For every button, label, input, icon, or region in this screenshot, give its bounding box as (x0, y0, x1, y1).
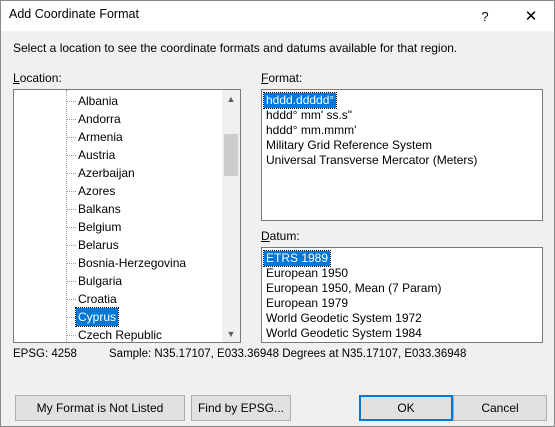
location-item[interactable]: Azores (76, 182, 117, 200)
add-coordinate-format-dialog: Add Coordinate Format ? ✕ Select a locat… (0, 0, 555, 427)
help-button[interactable]: ? (463, 1, 507, 31)
location-item[interactable]: Cyprus (74, 307, 120, 327)
tree-branch-line (66, 209, 76, 210)
tree-branch-line (66, 245, 76, 246)
location-item[interactable]: Bulgaria (76, 272, 124, 290)
location-item[interactable]: Croatia (76, 290, 119, 308)
location-item[interactable]: Bosnia-Herzegovina (76, 254, 188, 272)
sample-coordinate: Sample: N35.17107, E033.36948 Degrees at… (109, 348, 467, 360)
format-list[interactable]: hddd.ddddd° hddd° mm' ss.s" hddd° mm.mmm' M… (261, 89, 543, 221)
datum-item[interactable]: ETRS 1989 (262, 250, 332, 267)
location-tree[interactable]: Albania Andorra Armenia Austria Azerbaijan Az… (13, 89, 241, 343)
tree-branch-line (66, 191, 76, 192)
tree-branch-line (66, 299, 76, 300)
title-bar: Add Coordinate Format ? ✕ (1, 1, 554, 31)
tree-branch-line (66, 335, 76, 336)
format-item[interactable]: Military Grid Reference System (264, 138, 434, 153)
format-item[interactable]: hddd° mm' ss.s" (264, 108, 354, 123)
datum-item[interactable]: World Geodetic System 1972 (264, 311, 424, 326)
tree-branch-line (66, 137, 76, 138)
tree-branch-line (66, 317, 76, 318)
close-button[interactable]: ✕ (509, 1, 553, 31)
tree-branch-line (66, 173, 76, 174)
location-tree-items: Albania Andorra Armenia Austria Azerbaijan Az… (14, 90, 222, 342)
tree-branch-line (66, 263, 76, 264)
location-label: Location: (13, 71, 62, 85)
scroll-down-arrow-icon[interactable]: ▼ (222, 325, 240, 342)
scroll-up-arrow-icon[interactable]: ▲ (222, 90, 240, 107)
datum-list[interactable]: ETRS 1989 European 1950 European 1950, Mea… (261, 247, 543, 343)
scroll-thumb[interactable] (224, 134, 238, 176)
close-icon: ✕ (524, 8, 538, 25)
format-not-listed-button[interactable]: My Format is Not Listed (15, 395, 185, 421)
epsg-code: EPSG: 4258 (13, 348, 77, 360)
location-item[interactable]: Albania (76, 92, 120, 110)
datum-item[interactable]: European 1950 (264, 266, 350, 281)
format-item[interactable]: hddd.ddddd° (262, 92, 338, 109)
tree-branch-line (66, 155, 76, 156)
datum-label: Datum: (261, 229, 300, 243)
format-item[interactable]: Universal Transverse Mercator (Meters) (264, 153, 479, 168)
tree-branch-line (66, 227, 76, 228)
datum-item[interactable]: European 1950, Mean (7 Param) (264, 281, 443, 296)
location-item[interactable]: Belgium (76, 218, 123, 236)
location-item[interactable]: Czech Republic (76, 326, 164, 342)
instructions-text: Select a location to see the coordinate … (13, 41, 458, 55)
find-by-epsg-button[interactable]: Find by EPSG... (191, 395, 291, 421)
format-label: Format: (261, 71, 303, 85)
location-scrollbar[interactable]: ▲ ▼ (222, 90, 240, 342)
location-item[interactable]: Balkans (76, 200, 123, 218)
format-item[interactable]: hddd° mm.mmm' (264, 123, 358, 138)
ok-button[interactable]: OK (359, 395, 453, 421)
location-item[interactable]: Armenia (76, 128, 125, 146)
tree-branch-line (66, 119, 76, 120)
tree-branch-line (66, 101, 76, 102)
tree-branch-line (66, 281, 76, 282)
window-title: Add Coordinate Format (9, 7, 139, 21)
cancel-button[interactable]: Cancel (453, 395, 547, 421)
tree-connector-line (66, 90, 67, 342)
datum-item[interactable]: World Geodetic System 1984 (264, 326, 424, 341)
datum-item[interactable]: European 1979 (264, 296, 350, 311)
location-item[interactable]: Belarus (76, 236, 121, 254)
location-item[interactable]: Andorra (76, 110, 123, 128)
location-item[interactable]: Azerbaijan (76, 164, 137, 182)
help-icon: ? (481, 8, 489, 24)
location-item[interactable]: Austria (76, 146, 117, 164)
